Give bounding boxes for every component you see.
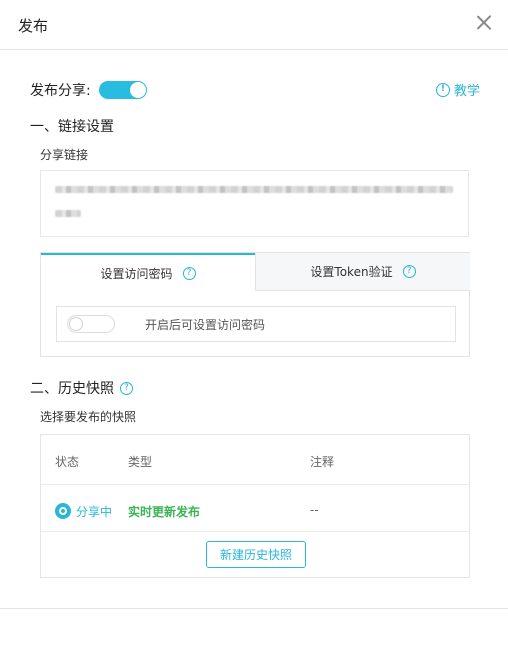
access-settings-panel: 设置访问密码 ? 设置Token验证 ? 开启后可设置访问密码 [40,252,470,357]
section-link-settings-title: 一、链接设置 [30,116,114,136]
column-header-note: 注释 [310,455,335,469]
select-snapshot-label: 选择要发布的快照 [40,410,137,424]
section-title-text: 一、链接设置 [30,119,114,135]
password-toggle[interactable] [67,315,115,333]
exclamation-circle-icon: ! [435,82,450,97]
column-header-type: 类型 [128,455,153,469]
tutorial-label: 教学 [453,84,480,99]
tutorial-link[interactable]: ! 教学 [435,80,480,99]
dialog-footer [0,608,508,666]
toggle-knob [129,82,146,98]
tab-label: 设置访问密码 [100,266,173,281]
share-label: 发布分享: [30,83,91,99]
share-link-label: 分享链接 [40,148,89,162]
tab-token-verification[interactable]: 设置Token验证 ? [255,253,470,291]
dialog-header: 发布 [0,0,508,50]
header-divider [41,484,469,485]
question-circle-icon[interactable]: ? [402,265,416,278]
question-circle-icon[interactable]: ? [120,381,133,395]
section-title-text: 二、历史快照 [30,381,114,397]
share-link-field[interactable] [40,170,469,237]
blurred-link-text [55,186,453,193]
tab-access-password[interactable]: 设置访问密码 ? [41,253,255,291]
column-header-status: 状态 [55,455,80,469]
share-toggle[interactable] [98,81,147,99]
row-type: 实时更新发布 [128,505,201,519]
tab-label: 设置Token验证 [310,265,393,279]
password-toggle-row: 开启后可设置访问密码 [56,306,456,342]
blurred-link-text [55,210,81,217]
section-history-snapshot-title: 二、历史快照 ? [30,378,133,398]
share-row: 发布分享: [30,80,147,100]
new-snapshot-button[interactable]: 新建历史快照 [206,541,306,568]
row-divider [41,531,469,532]
snapshot-table: 状态 类型 注释 分享中 实时更新发布 -- 新建历史快照 [40,434,470,578]
radio-selected-icon[interactable] [55,503,71,519]
row-status: 分享中 [76,505,113,519]
question-circle-icon[interactable]: ? [182,266,196,280]
toggle-knob [69,317,83,331]
password-hint: 开启后可设置访问密码 [145,317,266,332]
dialog-title: 发布 [18,17,49,35]
close-icon[interactable] [474,12,494,32]
row-note: -- [310,503,319,517]
